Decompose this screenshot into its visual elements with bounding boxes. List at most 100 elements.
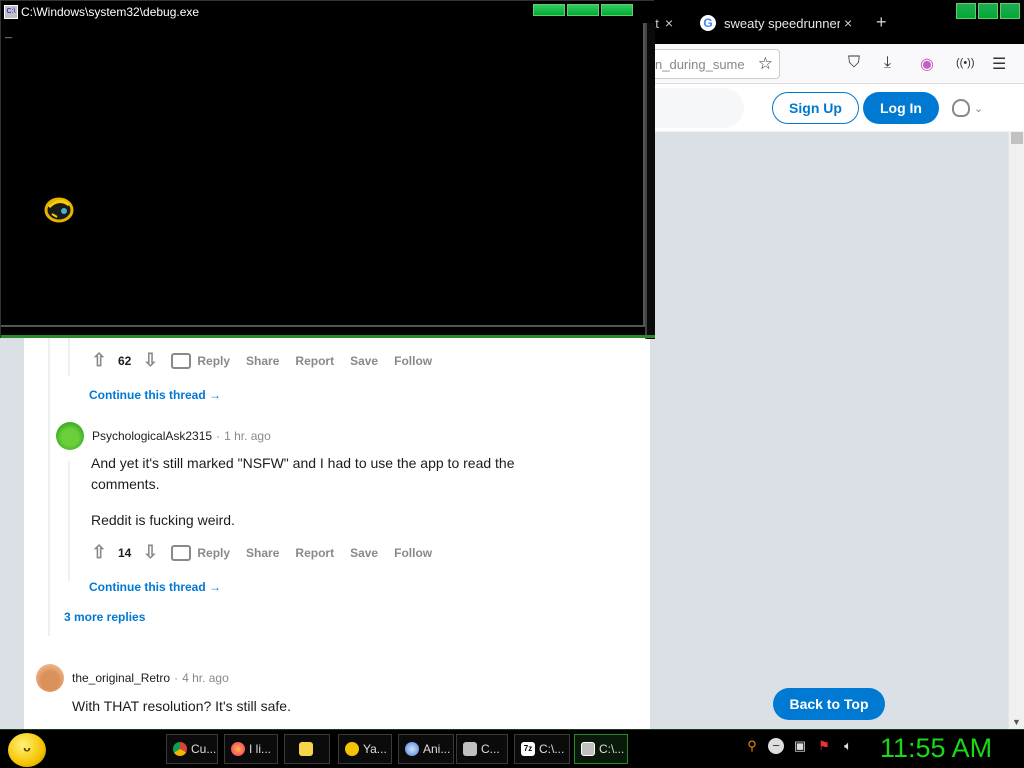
settings-icon[interactable]: ((•)) [956,57,975,69]
vote-score: 62 [118,353,132,368]
console-border [1,335,655,338]
pocket-icon[interactable]: ⛉ [848,54,860,72]
save-button[interactable]: Save [350,354,378,368]
page-scrollbar[interactable]: ▼ [1008,132,1024,729]
new-tab-button[interactable]: + [876,12,887,33]
maximize-button[interactable] [567,4,599,16]
thread-line[interactable] [68,336,70,376]
url-bar[interactable]: n_during_sume ☆ [640,49,780,79]
comment-header: the_original_Retro · 4 hr. ago [36,664,229,692]
console-window[interactable]: C:\ C:\Windows\system32\debug.exe _ [0,0,655,339]
firefox-icon [231,742,245,756]
report-button[interactable]: Report [295,354,334,368]
extension-icon[interactable]: ◉ [920,54,934,74]
console-window-controls [533,4,633,16]
close-icon[interactable]: × [665,15,673,31]
menu-icon[interactable]: ☰ [992,54,1006,74]
report-button[interactable]: Report [295,546,334,560]
reply-button[interactable]: Reply [197,546,230,560]
taskbar-item-firefox[interactable]: I li... [224,734,278,764]
taskbar-item-label: Ya... [363,742,387,756]
tab-label: sweaty speedrunner g [724,15,840,31]
close-button[interactable] [1000,3,1020,19]
sign-up-button[interactable]: Sign Up [772,92,859,124]
reply-icon[interactable] [171,352,192,369]
upvote-icon[interactable]: ⇧ [88,350,110,371]
scroll-thumb[interactable] [1011,132,1023,144]
downvote-icon[interactable]: ⇩ [139,350,161,371]
taskbar-item-console[interactable]: C:\... [574,734,628,764]
continue-thread-label: Continue this thread [89,388,206,402]
window-controls [956,3,1020,19]
separator-dot: · [174,671,179,685]
console-icon [581,742,595,756]
network-icon[interactable]: ▣ [792,738,808,754]
back-to-top-button[interactable]: Back to Top [773,688,885,720]
search-icon[interactable]: ⚲ [744,738,760,754]
follow-button[interactable]: Follow [394,354,432,368]
downvote-icon[interactable]: ⇩ [139,542,161,563]
minimize-button[interactable] [956,3,976,19]
comment-body: And yet it's still marked "NSFW" and I h… [91,455,515,492]
upvote-icon[interactable]: ⇧ [88,542,110,563]
thread-line[interactable] [68,461,70,581]
minimize-button[interactable] [533,4,565,16]
username[interactable]: PsychologicalAsk2315 [92,429,212,443]
smiley-icon [345,742,359,756]
console-title-bar[interactable]: C:\ C:\Windows\system32\debug.exe [1,1,655,23]
taskbar-item-7zip[interactable]: 7z C:\... [514,734,570,764]
star-icon[interactable]: ☆ [758,54,773,74]
avatar[interactable] [36,664,64,692]
maximize-button[interactable] [978,3,998,19]
share-button[interactable]: Share [246,546,279,560]
start-button[interactable]: ᵕ [8,733,46,767]
timestamp[interactable]: 4 hr. ago [182,671,229,685]
flag-icon[interactable]: ⚑ [816,738,832,754]
continue-thread-link[interactable]: Continue this thread → [89,388,221,402]
follow-button[interactable]: Follow [394,546,432,560]
arrow-right-icon: → [209,580,222,594]
volume-icon[interactable]: 🔈︎ [840,738,856,754]
taskbar-item-folder[interactable] [284,734,330,764]
console-output[interactable]: _ [1,23,645,327]
taskbar-item-label: C... [481,742,500,756]
timestamp[interactable]: 1 hr. ago [224,429,271,443]
share-button[interactable]: Share [246,354,279,368]
reply-button[interactable]: Reply [197,354,230,368]
log-in-button[interactable]: Log In [863,92,939,124]
user-menu[interactable]: ⌄ [952,96,992,120]
separator-dot: · [216,429,221,443]
close-button[interactable] [601,4,633,16]
reply-icon[interactable] [171,544,192,561]
download-icon[interactable]: ⤓ [884,54,891,72]
more-replies-link[interactable]: 3 more replies [64,610,145,624]
search-input[interactable] [640,88,744,128]
comment-actions: ⇧ 14 ⇩ Reply Share Report Save Follow [88,542,448,563]
globe-icon [405,742,419,756]
7zip-icon: 7z [521,742,535,756]
username[interactable]: the_original_Retro [72,671,170,685]
avatar[interactable] [56,422,84,450]
continue-thread-label: Continue this thread [89,580,206,594]
tab-google-search[interactable]: G sweaty speedrunner g × [700,8,860,38]
taskbar-item-label: Ani... [423,742,451,756]
taskbar-item-chrome[interactable]: Cu... [166,734,218,764]
comment-body: Reddit is fucking weird. [91,512,235,528]
close-icon[interactable]: × [844,15,852,31]
minus-icon[interactable]: − [768,738,784,754]
console-title: C:\Windows\system32\debug.exe [21,5,200,19]
continue-thread-link[interactable]: Continue this thread → [89,580,221,594]
scroll-down-arrow[interactable]: ▼ [1012,717,1021,727]
chevron-down-icon: ⌄ [974,102,984,115]
taskbar-item-paint[interactable]: C... [456,734,508,764]
comment-actions: ⇧ 62 ⇩ Reply Share Report Save Follow [88,350,448,371]
clock[interactable]: 11:55 AM [880,733,992,764]
taskbar-item-messenger[interactable]: Ya... [338,734,392,764]
taskbar-item-label: C:\... [599,742,625,756]
console-icon[interactable]: C:\ [4,5,18,19]
taskbar-item-browser[interactable]: Ani... [398,734,454,764]
save-button[interactable]: Save [350,546,378,560]
console-scrollbar[interactable] [645,23,655,339]
thread-line[interactable] [48,336,50,636]
taskbar-item-label: I li... [249,742,272,756]
